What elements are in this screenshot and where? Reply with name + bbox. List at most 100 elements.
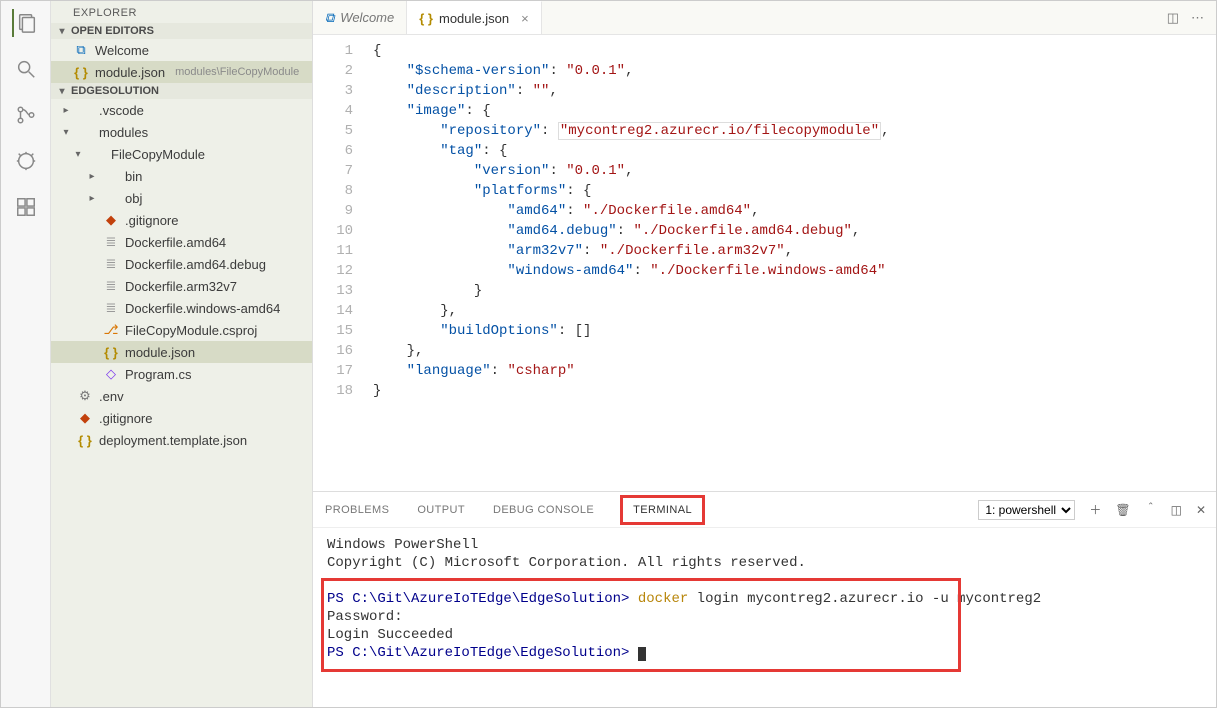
open-editors-header[interactable]: ▾ OPEN EDITORS: [51, 23, 312, 39]
code-line: "repository": "mycontreg2.azurecr.io/fil…: [373, 121, 890, 141]
code-line: "platforms": {: [373, 181, 890, 201]
braces-icon: { }: [419, 11, 433, 26]
tree-item-label: Dockerfile.amd64: [125, 235, 226, 250]
braces-icon: { }: [103, 344, 119, 360]
line-number: 18: [313, 381, 353, 401]
braces-icon: { }: [77, 432, 93, 448]
git-icon: ◆: [77, 410, 93, 426]
tree-item[interactable]: ▾ FileCopyModule: [51, 143, 312, 165]
code-content: { "$schema-version": "0.0.1", "descripti…: [367, 35, 890, 491]
line-number: 16: [313, 341, 353, 361]
open-editor-item[interactable]: { }module.jsonmodules\FileCopyModule: [51, 61, 312, 83]
tree-item-label: .gitignore: [99, 411, 152, 426]
explorer-title: EXPLORER: [51, 1, 312, 23]
terminal-selector[interactable]: 1: powershell: [978, 500, 1075, 520]
kill-terminal-icon[interactable]: 🗑: [1115, 503, 1130, 517]
code-line: "amd64": "./Dockerfile.amd64",: [373, 201, 890, 221]
activity-debug-icon[interactable]: [12, 147, 40, 175]
tab-module-json[interactable]: { } module.json ×: [407, 1, 541, 34]
chevron-icon: [61, 413, 71, 424]
panel-tab-debug-console[interactable]: DEBUG CONSOLE: [491, 500, 596, 520]
braces-icon: { }: [73, 64, 89, 80]
tree-item[interactable]: ▸obj: [51, 187, 312, 209]
tree-item[interactable]: ▸ bin: [51, 165, 312, 187]
tree-item[interactable]: ▸.vscode: [51, 99, 312, 121]
code-line: {: [373, 41, 890, 61]
tree-item[interactable]: ≣ Dockerfile.windows-amd64: [51, 297, 312, 319]
file-icon: ≣: [103, 300, 119, 316]
tree-item-label: FileCopyModule: [111, 147, 205, 162]
folder-header[interactable]: ▾ EDGESOLUTION: [51, 83, 312, 99]
chevron-icon: ▸: [87, 171, 97, 182]
line-number: 3: [313, 81, 353, 101]
tree-item[interactable]: ◇Program.cs: [51, 363, 312, 385]
tree-item[interactable]: ◆ .gitignore: [51, 209, 312, 231]
code-line: "tag": {: [373, 141, 890, 161]
new-terminal-icon[interactable]: ＋: [1089, 501, 1101, 518]
split-terminal-icon[interactable]: ◫: [1171, 503, 1182, 517]
tree-item[interactable]: ≣Dockerfile.arm32v7: [51, 275, 312, 297]
panel-tab-output[interactable]: OUTPUT: [415, 500, 467, 520]
chevron-down-icon: ▾: [57, 26, 67, 37]
chevron-icon: ▾: [73, 149, 83, 160]
code-editor[interactable]: 123456789101112131415161718 { "$schema-v…: [313, 35, 1216, 491]
terminal-line: Copyright (C) Microsoft Corporation. All…: [327, 554, 1202, 572]
tree-item-label: bin: [125, 169, 142, 184]
tab-label: Welcome: [340, 10, 394, 25]
panel-tab-problems[interactable]: PROBLEMS: [323, 500, 391, 520]
line-number: 2: [313, 61, 353, 81]
panel-tab-terminal[interactable]: TERMINAL: [620, 495, 705, 525]
activity-search-icon[interactable]: [12, 55, 40, 83]
code-line: "version": "0.0.1",: [373, 161, 890, 181]
open-editor-path: modules\FileCopyModule: [175, 66, 299, 78]
tree-item[interactable]: ≣Dockerfile.amd64.debug: [51, 253, 312, 275]
editor-group: ⧉ Welcome { } module.json × ◫ ⋯ 12345678…: [313, 1, 1216, 707]
tree-item-label: deployment.template.json: [99, 433, 247, 448]
file-icon: ≣: [103, 234, 119, 250]
activity-explorer-icon[interactable]: [12, 9, 40, 37]
git-icon: ◆: [103, 212, 119, 228]
tree-item[interactable]: { }module.json: [51, 341, 312, 363]
tree-item[interactable]: ⚙.env: [51, 385, 312, 407]
line-number: 9: [313, 201, 353, 221]
tab-welcome[interactable]: ⧉ Welcome: [313, 1, 407, 34]
vscode-icon: ⧉: [73, 42, 89, 58]
tree-item[interactable]: ◆ .gitignore: [51, 407, 312, 429]
tree-item-label: Dockerfile.windows-amd64: [125, 301, 280, 316]
chevron-icon: [87, 325, 97, 336]
line-number: 5: [313, 121, 353, 141]
line-number: 8: [313, 181, 353, 201]
code-line: },: [373, 301, 890, 321]
activity-scm-icon[interactable]: [12, 101, 40, 129]
tree-item-label: Dockerfile.arm32v7: [125, 279, 237, 294]
line-number: 4: [313, 101, 353, 121]
code-line: "$schema-version": "0.0.1",: [373, 61, 890, 81]
panel-actions: 1: powershell ＋ 🗑 ＾ ◫ ✕: [978, 500, 1206, 520]
split-editor-icon[interactable]: ◫: [1167, 10, 1179, 26]
line-number: 13: [313, 281, 353, 301]
panel-tab-bar: PROBLEMS OUTPUT DEBUG CONSOLE TERMINAL 1…: [313, 492, 1216, 528]
close-panel-icon[interactable]: ✕: [1196, 503, 1206, 517]
tree-item-label: .gitignore: [125, 213, 178, 228]
maximize-panel-icon[interactable]: ＾: [1145, 501, 1157, 518]
line-number-gutter: 123456789101112131415161718: [313, 35, 367, 491]
terminal-view[interactable]: Windows PowerShell Copyright (C) Microso…: [313, 528, 1216, 707]
open-editor-item[interactable]: ⧉Welcome: [51, 39, 312, 61]
more-actions-icon[interactable]: ⋯: [1191, 10, 1204, 26]
code-line: "buildOptions": []: [373, 321, 890, 341]
open-editors-label: OPEN EDITORS: [71, 25, 154, 37]
terminal-line: Windows PowerShell: [327, 536, 1202, 554]
code-line: "image": {: [373, 101, 890, 121]
csproj-icon: ⎇: [103, 322, 119, 338]
tab-label: module.json: [439, 11, 509, 26]
tab-close-icon[interactable]: ×: [521, 11, 529, 26]
activity-bar: [1, 1, 51, 707]
tree-item[interactable]: ≣ Dockerfile.amd64: [51, 231, 312, 253]
activity-extensions-icon[interactable]: [12, 193, 40, 221]
file-tree: ▸.vscode▾modules▾FileCopyModule▸bin▸obj …: [51, 99, 312, 451]
line-number: 10: [313, 221, 353, 241]
tree-item[interactable]: { } deployment.template.json: [51, 429, 312, 451]
highlight-box: [321, 578, 961, 672]
tree-item[interactable]: ⎇FileCopyModule.csproj: [51, 319, 312, 341]
tree-item[interactable]: ▾modules: [51, 121, 312, 143]
